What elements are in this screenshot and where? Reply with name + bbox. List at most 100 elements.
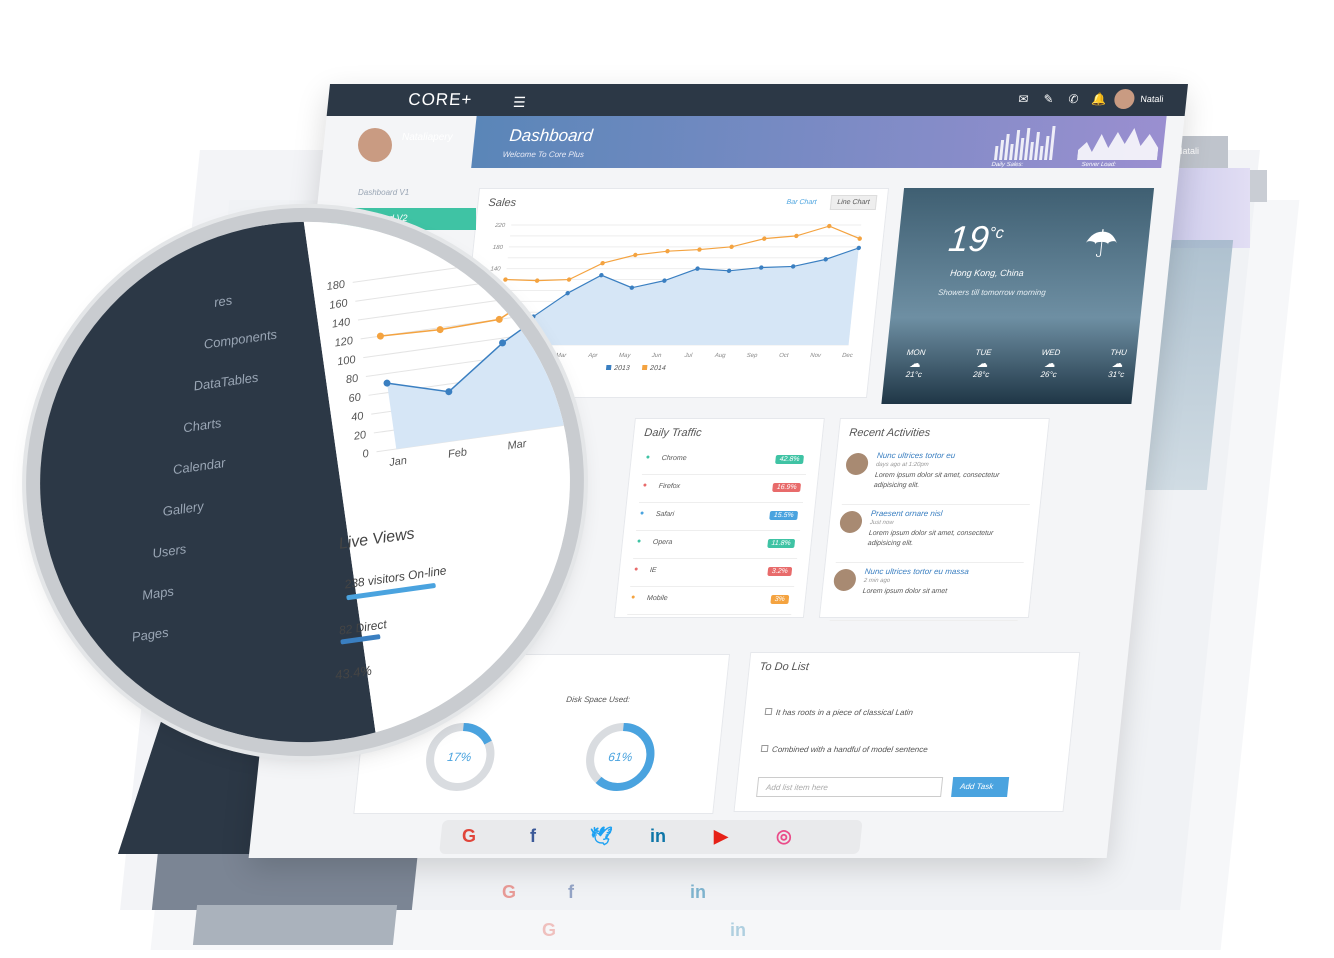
day-name: MON [906, 348, 926, 357]
legend-label: 2013 [613, 365, 630, 372]
bar-chart-tab[interactable]: Bar Chart [786, 199, 817, 206]
traffic-row: ● Opera 11.8% [633, 531, 801, 559]
traffic-badge: 42.8% [775, 455, 805, 464]
sales-title: Sales [477, 189, 888, 217]
series-2014-point [857, 236, 862, 241]
series-2014-point [794, 233, 799, 239]
traffic-badge: 3.2% [767, 567, 793, 576]
zoomed-sales-chart: 0 20 40 60 80 100 120 140 160 180 Jan Feb Mar [326, 255, 573, 469]
browser-name: Chrome [661, 455, 687, 462]
google-icon-ghost: G [502, 882, 517, 902]
disk-space-value: 61% [607, 750, 634, 764]
browser-name: Firefox [658, 483, 681, 490]
sidebar-item-dashboard-v1[interactable]: Dashboard V1 [358, 188, 409, 197]
traffic-row: ● Firefox 16.9% [638, 475, 806, 503]
menu-toggle-icon[interactable]: ☰ [512, 94, 526, 111]
chat-icon[interactable]: ✆ [1068, 92, 1080, 106]
activity-title[interactable]: Praesent ornare nisl [870, 509, 943, 518]
x-tick-label: Jul [683, 353, 693, 359]
traffic-list: ● Chrome 42.8% ● Firefox 16.9% ● Safari 15.5% ● Op… [615, 447, 821, 615]
facebook-icon[interactable]: f [530, 826, 536, 847]
ghost-sidebar-shadow [151, 850, 419, 910]
traffic-badge: 16.9% [772, 483, 802, 492]
dribbble-icon[interactable]: ◎ [776, 826, 792, 847]
activity-title[interactable]: Nunc ultrices tortor eu massa [864, 567, 969, 576]
browser-name: IE [649, 567, 657, 574]
todo-item[interactable]: Combined with a handful of model sentenc… [760, 745, 928, 754]
day-name: TUE [975, 348, 993, 357]
user-menu[interactable]: Natali [1140, 94, 1164, 104]
todo-item[interactable]: It has roots in a piece of classical Lat… [764, 708, 913, 717]
page-subtitle: Welcome To Core Plus [502, 150, 585, 159]
dashboard-hero: Dashboard Welcome To Core Plus Daily Sal… [471, 116, 1167, 168]
activity-title[interactable]: Nunc ultrices tortor eu [876, 451, 955, 460]
activity-item: Nunc ultrices tortor eu days ago at 1:20p… [841, 447, 1036, 505]
weather-location: Hong Kong, China [949, 268, 1025, 278]
server-load-sparkline [1077, 128, 1159, 160]
daily-sales-sparkline [994, 126, 1056, 160]
series-2014-point [697, 247, 702, 252]
traffic-badge: 15.5% [769, 511, 799, 520]
linkedin-icon-ghost: in [690, 882, 706, 902]
weather-days: MON ☁ 21°c TUE ☁ 28°c WED ☁ 26°c THU ☁ 31°c [904, 348, 1127, 379]
series-2014-point [495, 315, 503, 323]
traffic-row: ● Safari 15.5% [636, 503, 803, 531]
day-name: WED [1041, 348, 1061, 357]
avatar[interactable] [1113, 89, 1136, 109]
x-tick-label: Jun [650, 353, 662, 359]
checkbox[interactable] [760, 745, 769, 752]
x-tick-label: Mar [556, 353, 568, 359]
activity-time: Just now [869, 520, 894, 526]
x-tick-label: Dec [842, 353, 853, 359]
checkbox[interactable] [764, 708, 773, 715]
edit-icon[interactable]: ✎ [1043, 92, 1055, 106]
activity-body: Lorem ipsum dolor sit amet, consectetur … [867, 530, 994, 547]
weather-temperature: 19°c [946, 218, 1005, 259]
day-temp: 28°c [972, 370, 990, 379]
y-tick-label: 80 [345, 373, 360, 387]
bell-icon[interactable]: 🔔 [1091, 92, 1107, 106]
gridline [352, 255, 541, 283]
browser-icon: ● [630, 594, 636, 601]
linkedin-icon[interactable]: in [650, 826, 666, 847]
traffic-row: ● Chrome 42.8% [641, 447, 809, 475]
browser-icon: ● [633, 566, 639, 573]
weather-icon: ☁ [976, 358, 989, 370]
weather-icon: ☁ [1043, 358, 1056, 370]
top-navbar: CORE+ ☰ ✉ ✎ ✆ 🔔 Natali [326, 84, 1188, 116]
x-tick-label: Nov [810, 353, 822, 359]
weather-day: TUE ☁ 28°c [973, 348, 992, 379]
brand-logo[interactable]: CORE+ [407, 90, 473, 110]
add-task-button[interactable]: Add Task [951, 777, 1010, 797]
traffic-row: ● Mobile 3% [627, 587, 795, 615]
add-item-input[interactable]: Add list item here [756, 777, 944, 797]
series-2014-point [376, 332, 384, 340]
y-tick-label: 40 [350, 410, 365, 424]
youtube-icon[interactable]: ▶ [714, 826, 728, 847]
magnifier-lens: 0 20 40 60 80 100 120 140 160 180 Jan Feb Mar res Com… [6, 187, 604, 777]
x-tick-label: Sep [746, 353, 758, 359]
todo-card: To Do List It has roots in a piece of cl… [733, 652, 1081, 812]
y-tick-label: 140 [331, 316, 352, 331]
mail-icon[interactable]: ✉ [1018, 92, 1030, 106]
sidebar-item[interactable]: res [213, 292, 233, 309]
recent-activities-card: Recent Activities Nunc ultrices tortor e… [818, 418, 1050, 621]
series-2014-point [762, 236, 767, 241]
daily-sales-label: Daily Sales: [991, 162, 1024, 168]
activity-item: Praesent ornare nisl Just now Lorem ipsum … [835, 505, 1030, 563]
series-2013-area [387, 303, 573, 449]
google-icon[interactable]: G [462, 826, 476, 847]
series-2014-point [600, 260, 605, 266]
server-load-label: Server Load: [1081, 162, 1117, 168]
ghost-sidebar-shadow-2 [192, 905, 398, 945]
twitter-icon[interactable]: 🕊 [590, 826, 613, 847]
x-tick-label: Feb [447, 446, 467, 461]
weather-forecast: Showers till tomorrow morning [937, 288, 1047, 297]
y-tick-label: 160 [329, 297, 350, 312]
browser-icon: ● [636, 538, 642, 545]
left-donut-value: 17% [446, 750, 473, 764]
profile-avatar[interactable] [358, 128, 392, 162]
line-chart-tab[interactable]: Line Chart [829, 195, 878, 210]
y-tick-label: 120 [334, 335, 355, 350]
y-tick-label: 0 [362, 448, 371, 461]
